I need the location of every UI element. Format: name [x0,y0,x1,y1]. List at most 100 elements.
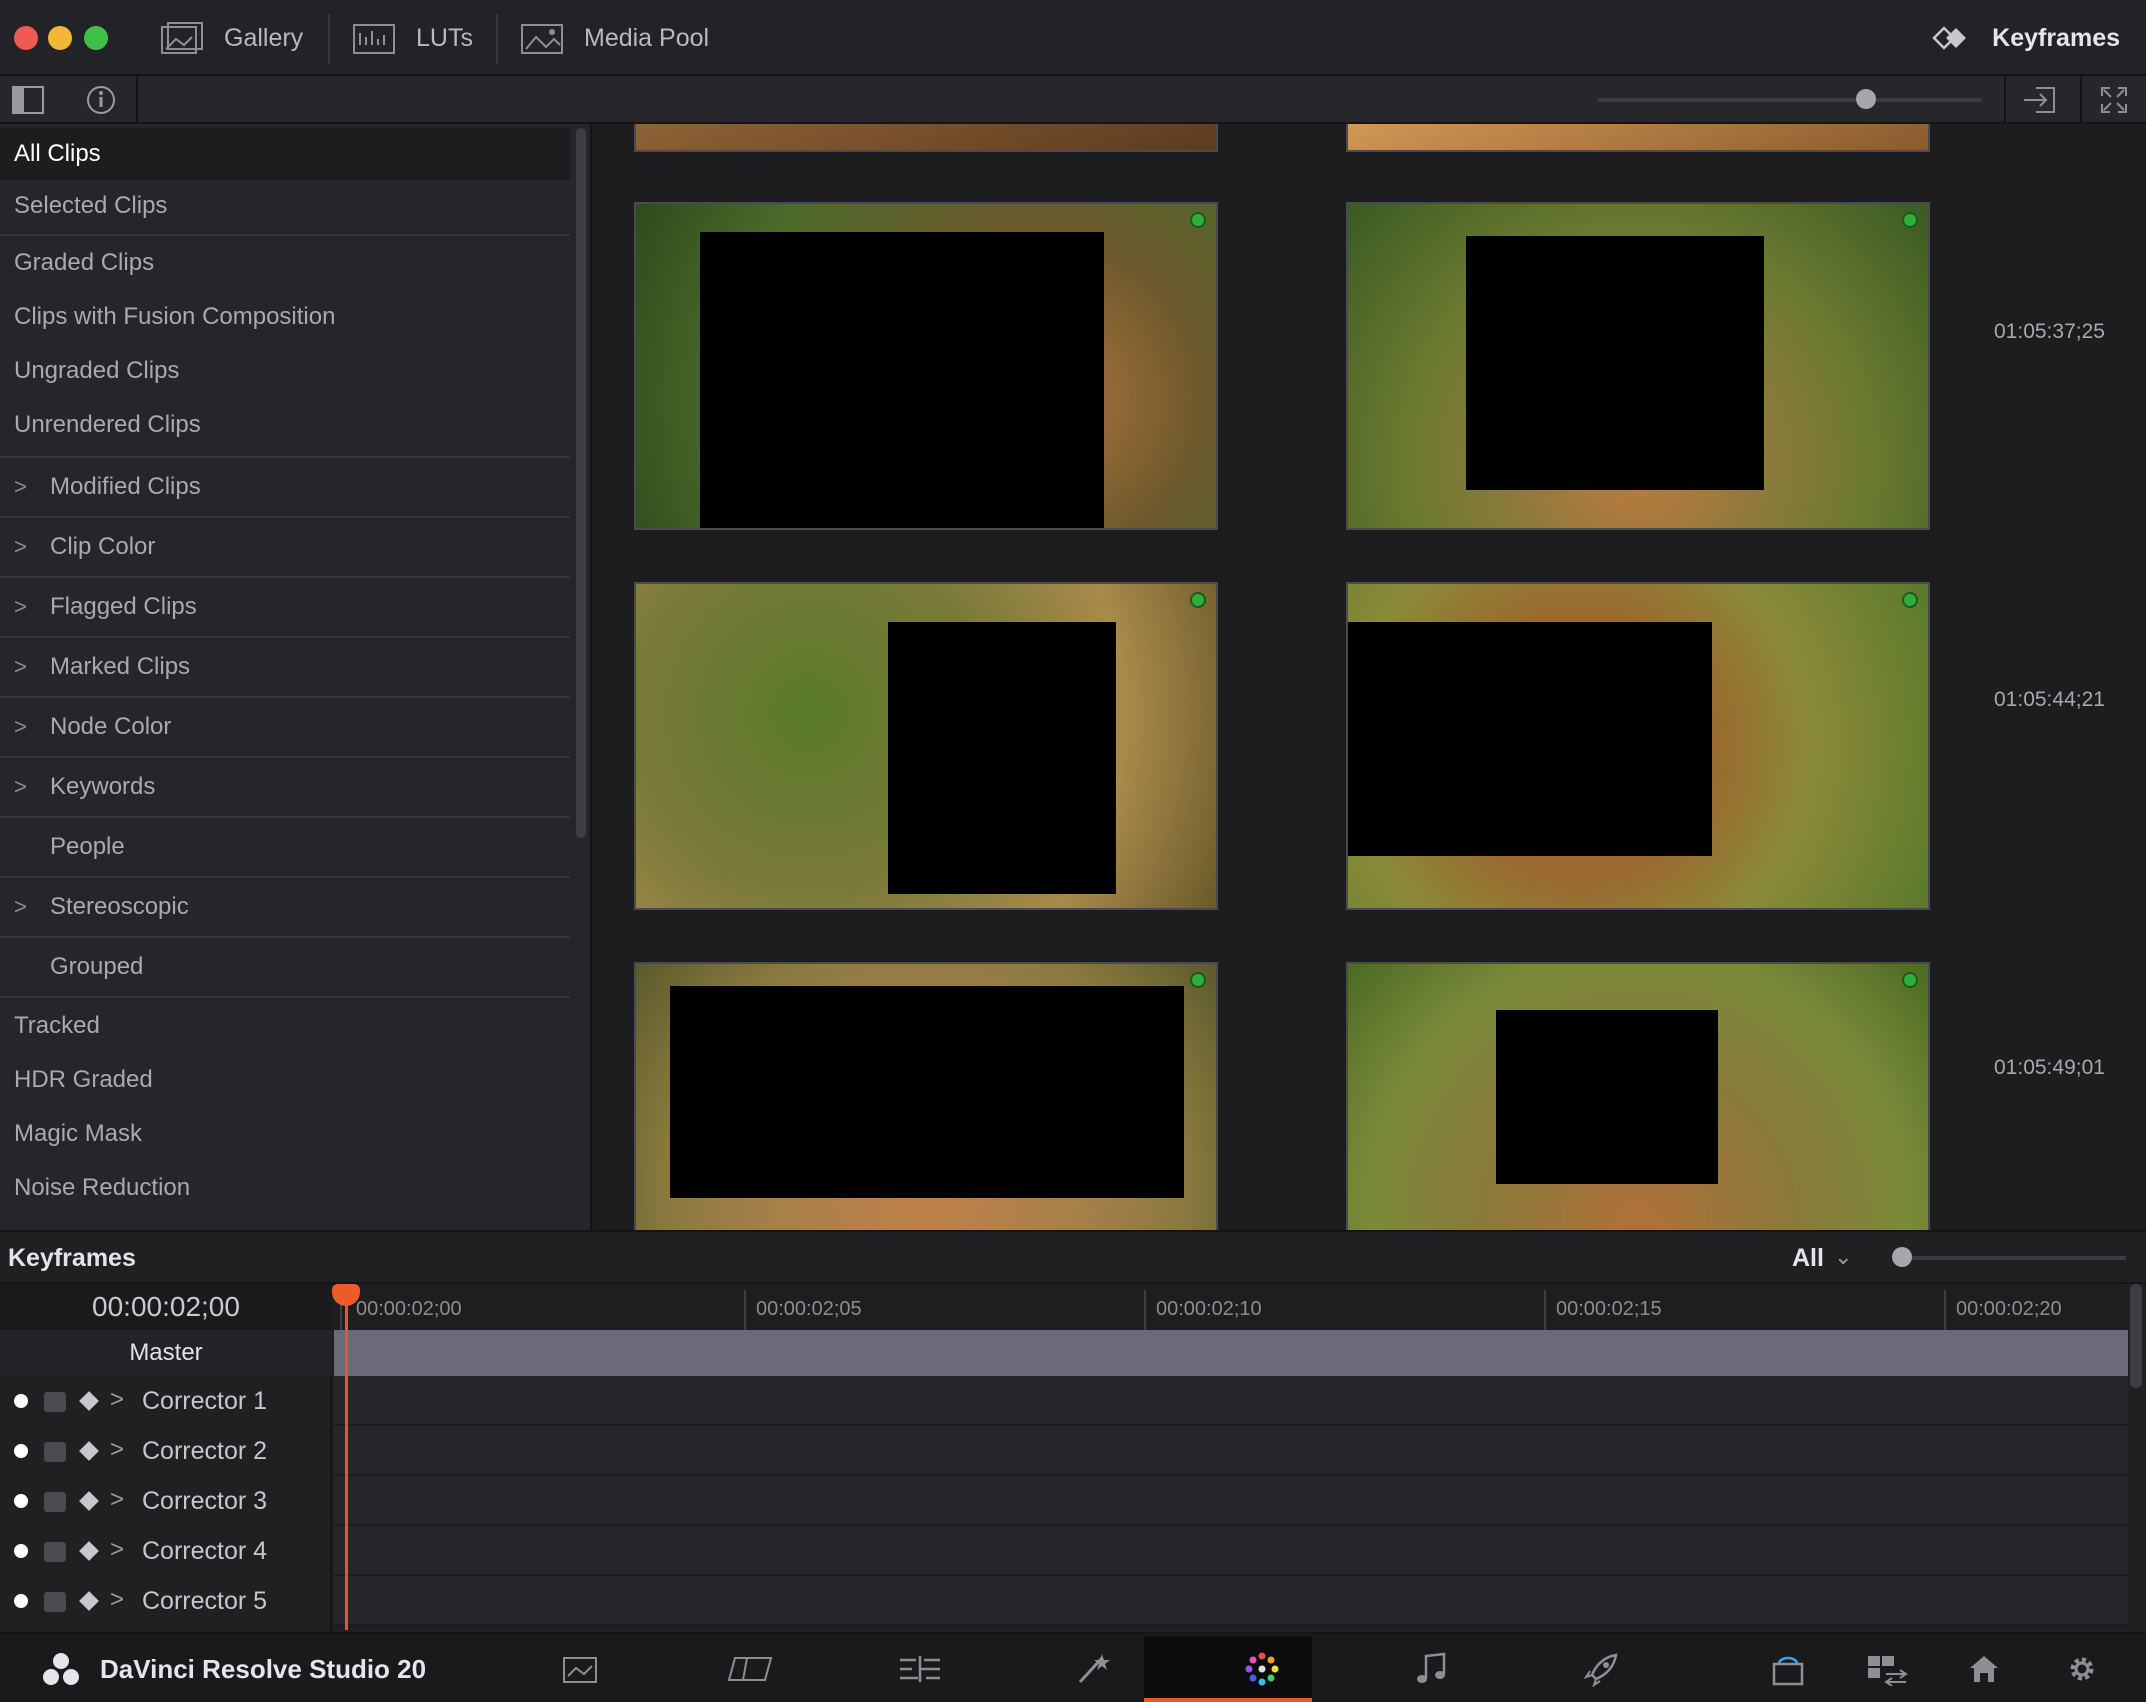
chevron-right-icon[interactable]: > [110,1586,124,1614]
fairlight-page-button[interactable] [1392,1634,1472,1702]
tab-gallery[interactable]: Gallery [160,0,303,76]
sidebar-item-label: Ungraded Clips [14,357,180,384]
keyframe-time-ruler[interactable]: 00:00:02;00 00:00:02;05 00:00:02;10 00:0… [334,1284,2124,1330]
edit-page-button[interactable] [880,1634,960,1702]
track-enable-toggle[interactable] [14,1394,28,1408]
track-enable-toggle[interactable] [14,1544,28,1558]
lock-icon[interactable] [44,1442,66,1462]
still-thumbnail[interactable] [1346,582,1930,910]
media-management-button[interactable] [1848,1634,1928,1702]
sidebar-toggle-icon[interactable] [12,86,44,114]
zoom-window-button[interactable] [84,26,108,50]
deliver-page-button[interactable] [1562,1634,1642,1702]
sidebar-item-fusion-clips[interactable]: Clips with Fusion Composition [0,290,570,344]
thumbnail-zoom-knob[interactable] [1856,89,1876,109]
sidebar-item-hdr-graded[interactable]: HDR Graded [0,1054,570,1106]
track-enable-toggle[interactable] [14,1444,28,1458]
chevron-right-icon: > [14,534,27,559]
ruler-tick [1144,1290,1146,1330]
corrector-keyframe-track[interactable] [334,1376,2128,1426]
chevron-right-icon[interactable]: > [110,1486,124,1514]
minimize-window-button[interactable] [48,26,72,50]
sidebar-item-grouped[interactable]: Grouped [0,938,570,996]
luts-icon [353,24,395,54]
chevron-right-icon: > [14,894,27,919]
keyframe-filter-dropdown[interactable]: All [1792,1244,1824,1273]
still-thumbnail[interactable] [1346,962,1930,1230]
keyframe-scrollbar[interactable] [2130,1284,2142,1388]
chevron-right-icon[interactable]: > [110,1386,124,1414]
cut-page-button[interactable] [710,1634,790,1702]
chevron-down-icon[interactable]: ⌄ [1834,1244,1852,1270]
keyframe-diamond-icon[interactable] [79,1391,99,1411]
settings-button[interactable] [2042,1634,2122,1702]
lock-icon[interactable] [44,1492,66,1512]
media-pool-icon [521,24,563,54]
sidebar-item-keywords[interactable]: > Keywords [0,758,570,816]
sidebar-item-all-clips[interactable]: All Clips [0,128,570,180]
keyframe-diamond-icon[interactable] [79,1441,99,1461]
sidebar-item-selected-clips[interactable]: Selected Clips [0,180,570,232]
sidebar-scrollbar[interactable] [576,128,586,838]
sidebar-item-noise-reduction[interactable]: Noise Reduction [0,1162,570,1214]
corrector-keyframe-track[interactable] [334,1526,2128,1576]
sidebar-item-tracked[interactable]: Tracked [0,998,570,1054]
media-page-icon [563,1657,597,1683]
still-thumbnail[interactable] [634,124,1218,152]
color-page-button[interactable] [1222,1634,1302,1702]
export-icon[interactable] [2022,84,2058,116]
redaction-mask [700,232,1104,528]
tab-luts[interactable]: LUTs [352,0,473,76]
still-thumbnail[interactable] [634,582,1218,910]
still-thumbnail[interactable] [634,202,1218,530]
expand-icon[interactable] [2100,86,2128,114]
tab-media-pool[interactable]: Media Pool [520,0,709,76]
sidebar-item-people[interactable]: People [0,818,570,876]
chevron-right-icon[interactable]: > [110,1536,124,1564]
sidebar-item-node-color[interactable]: > Node Color [0,698,570,756]
corrector-keyframe-track[interactable] [334,1426,2128,1476]
ruler-label: 00:00:02;15 [1556,1298,1662,1320]
still-thumbnail[interactable] [1346,124,1930,152]
track-enable-toggle[interactable] [14,1494,28,1508]
toolbar-divider [2080,76,2082,124]
keyframe-diamond-icon[interactable] [79,1541,99,1561]
project-manager-button[interactable] [1748,1634,1828,1702]
tab-keyframes[interactable]: Keyframes [1924,0,2120,76]
keyframe-zoom-slider[interactable] [1900,1256,2126,1260]
sidebar-item-modified-clips[interactable]: > Modified Clips [0,458,570,516]
keyframe-zoom-knob[interactable] [1892,1247,1912,1267]
lock-icon[interactable] [44,1592,66,1612]
sidebar-item-label: HDR Graded [14,1066,153,1093]
still-thumbnail[interactable] [634,962,1218,1230]
sidebar-item-unrendered-clips[interactable]: Unrendered Clips [0,398,570,452]
lock-icon[interactable] [44,1542,66,1562]
home-button[interactable] [1944,1634,2024,1702]
sidebar-item-ungraded-clips[interactable]: Ungraded Clips [0,344,570,398]
still-thumbnail[interactable] [1346,202,1930,530]
fusion-page-button[interactable] [1052,1634,1132,1702]
chevron-right-icon[interactable]: > [110,1436,124,1464]
flag-indicator [1902,972,1918,988]
thumbnail-zoom-slider[interactable] [1598,98,1982,102]
master-keyframe-track[interactable] [334,1330,2128,1376]
sidebar-item-graded-clips[interactable]: Graded Clips [0,236,570,290]
sidebar-item-label: Stereoscopic [50,893,189,920]
media-page-button[interactable] [540,1634,620,1702]
keyframe-diamond-icon[interactable] [79,1591,99,1611]
close-window-button[interactable] [14,26,38,50]
sidebar-item-magic-mask[interactable]: Magic Mask [0,1108,570,1160]
info-icon[interactable] [86,85,116,115]
sidebar-item-stereoscopic[interactable]: > Stereoscopic [0,878,570,936]
fairlight-page-icon [1417,1652,1446,1683]
app-brand[interactable]: DaVinci Resolve Studio 20 [42,1634,426,1702]
sidebar-item-flagged-clips[interactable]: > Flagged Clips [0,578,570,636]
still-timecode: 01:05:49;01 [1994,1056,2105,1079]
keyframe-diamond-icon[interactable] [79,1491,99,1511]
track-enable-toggle[interactable] [14,1594,28,1608]
corrector-keyframe-track[interactable] [334,1476,2128,1526]
sidebar-item-clip-color[interactable]: > Clip Color [0,518,570,576]
lock-icon[interactable] [44,1392,66,1412]
sidebar-item-marked-clips[interactable]: > Marked Clips [0,638,570,696]
corrector-keyframe-track[interactable] [334,1576,2128,1626]
